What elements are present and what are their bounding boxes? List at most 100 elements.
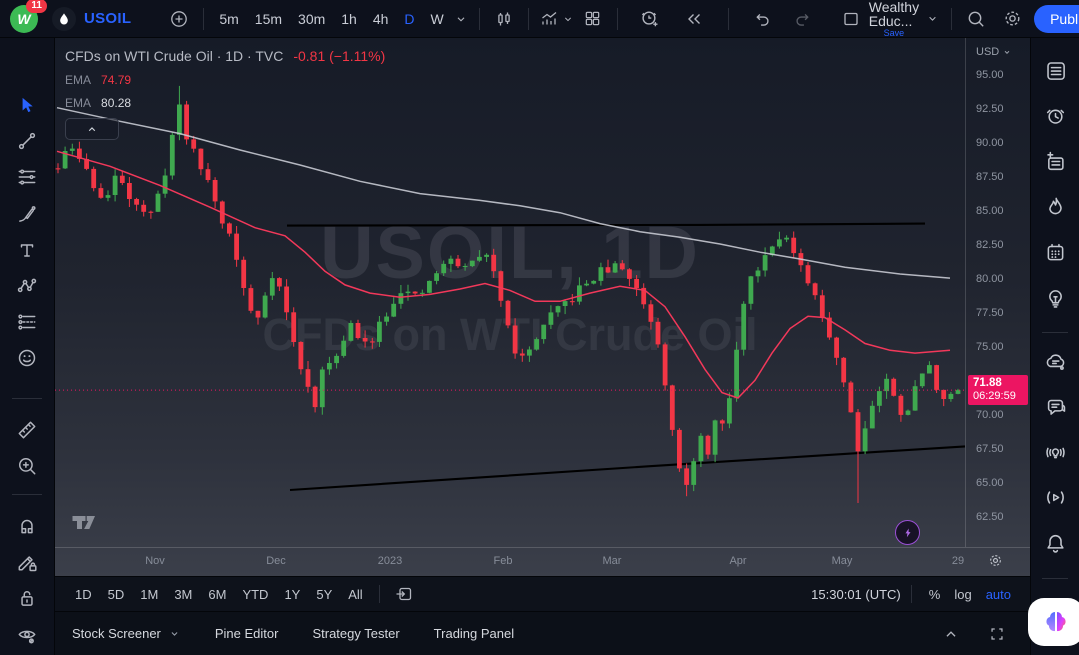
interval-chevron-icon[interactable] <box>451 4 471 34</box>
time-tick: Feb <box>494 555 513 567</box>
chat-icon[interactable] <box>1038 391 1072 423</box>
edit-lock-tool[interactable] <box>10 546 44 578</box>
live-icon[interactable] <box>1038 482 1072 514</box>
magnet-tool[interactable] <box>10 510 44 542</box>
range-6m[interactable]: 6M <box>200 583 234 606</box>
lock-tool[interactable] <box>10 582 44 614</box>
tab-strategy-tester[interactable]: Strategy Tester <box>312 626 399 641</box>
interval-1h[interactable]: 1h <box>334 7 364 31</box>
interval-30m[interactable]: 30m <box>291 7 332 31</box>
range-5y[interactable]: 5Y <box>308 583 340 606</box>
calendar-icon[interactable] <box>1038 236 1072 268</box>
axis-settings-gear-icon[interactable] <box>987 552 1004 569</box>
save-label[interactable]: Save <box>884 28 905 38</box>
brush-tool[interactable] <box>10 198 44 230</box>
notifications-icon[interactable] <box>1038 527 1072 559</box>
pattern-tool[interactable] <box>10 270 44 302</box>
clock-utc[interactable]: 15:30:01 (UTC) <box>811 587 901 602</box>
ideas-icon[interactable] <box>1038 282 1072 314</box>
user-avatar[interactable]: W 11 <box>10 5 38 33</box>
ruler-tool[interactable] <box>10 414 44 446</box>
boost-lightning-button[interactable] <box>895 520 920 545</box>
minds-icon[interactable] <box>1038 345 1072 377</box>
auto-scale-button[interactable]: auto <box>979 583 1018 606</box>
range-ytd[interactable]: YTD <box>234 583 276 606</box>
settings-gear-icon[interactable] <box>996 4 1028 34</box>
fullscreen-icon[interactable] <box>981 619 1013 649</box>
tab-trading-panel[interactable]: Trading Panel <box>434 626 514 641</box>
log-scale-button[interactable]: log <box>947 583 978 606</box>
interval-4h[interactable]: 4h <box>366 7 396 31</box>
tab-label: Pine Editor <box>215 626 279 641</box>
notification-badge: 11 <box>26 0 47 13</box>
panel-collapse-chevron-icon[interactable] <box>935 619 967 649</box>
layout-name: Wealthy Educ... <box>869 0 919 28</box>
time-axis[interactable]: NovDec2023FebMarAprMay29 <box>55 547 1030 576</box>
interval-w[interactable]: W <box>424 7 451 31</box>
journal-plus-icon[interactable] <box>1038 145 1072 177</box>
chart-pane[interactable]: USOIL, 1D CFDs on WTI Crude Oil CFDs on … <box>55 38 965 547</box>
layout-chevron-icon[interactable] <box>921 4 943 34</box>
layout-grid-button[interactable] <box>577 4 609 34</box>
price-tick: 75.00 <box>976 341 1004 353</box>
legend-collapse-button[interactable] <box>65 118 119 140</box>
last-price-value: 71.88 <box>973 377 1002 389</box>
layout-select-icon[interactable] <box>835 4 867 34</box>
tradingview-logo[interactable] <box>69 512 99 532</box>
cursor-tool[interactable] <box>10 89 44 121</box>
interval-5m[interactable]: 5m <box>212 7 245 31</box>
bar-replay-button[interactable] <box>678 4 710 34</box>
watchlist-icon[interactable] <box>1038 54 1072 86</box>
oil-drop-icon <box>52 7 76 31</box>
interval-d[interactable]: D <box>397 7 421 31</box>
hotlist-icon[interactable] <box>1038 191 1072 223</box>
publish-button[interactable]: Publish <box>1034 5 1079 33</box>
alerts-icon[interactable] <box>1038 100 1072 132</box>
tab-stock-screener[interactable]: Stock Screener <box>72 626 181 641</box>
trend-line-tool[interactable] <box>10 125 44 157</box>
ai-assistant-pill[interactable] <box>1028 598 1079 646</box>
text-tool[interactable] <box>10 234 44 266</box>
forecast-tool[interactable] <box>10 306 44 338</box>
bottom-toolbar: 1D5D1M3M6MYTD1Y5YAll 15:30:01 (UTC) % lo… <box>55 576 1030 611</box>
ema-slow-legend[interactable]: EMA 80.28 <box>65 96 385 110</box>
indicators-button[interactable] <box>537 4 577 34</box>
ema-fast-line[interactable] <box>57 151 950 398</box>
trend-line-support[interactable] <box>290 446 965 490</box>
interval-15m[interactable]: 15m <box>248 7 289 31</box>
ema-fast-legend[interactable]: EMA 74.79 <box>65 73 385 87</box>
goto-date-button[interactable] <box>388 579 420 609</box>
tab-label: Stock Screener <box>72 626 161 641</box>
percent-scale-button[interactable]: % <box>922 583 948 606</box>
alert-plus-button[interactable] <box>634 4 666 34</box>
chart-type-candles-button[interactable] <box>488 4 520 34</box>
layout-name-button[interactable]: Wealthy Educ... Save <box>869 0 919 38</box>
range-5d[interactable]: 5D <box>100 583 133 606</box>
undo-button[interactable] <box>747 4 779 34</box>
price-tick: 87.50 <box>976 171 1004 183</box>
range-buttons: 1D5D1M3M6MYTD1Y5YAll <box>67 583 371 606</box>
interval-buttons: 5m15m30m1h4hDW <box>212 7 450 31</box>
symbol-title[interactable]: CFDs on WTI Crude Oil · 1D · TVC <box>65 48 283 64</box>
range-1m[interactable]: 1M <box>132 583 166 606</box>
zoom-in-tool[interactable] <box>10 450 44 482</box>
tab-pine-editor[interactable]: Pine Editor <box>215 626 279 641</box>
streams-icon[interactable] <box>1038 436 1072 468</box>
range-1y[interactable]: 1Y <box>276 583 308 606</box>
currency-selector[interactable]: USD <box>976 46 1012 58</box>
chart-container: USOIL, 1D CFDs on WTI Crude Oil CFDs on … <box>55 38 1030 576</box>
eye-hide-tool[interactable] <box>10 619 44 651</box>
price-axis[interactable]: USD 71.88 06:29:59 95.0092.5090.0087.508… <box>965 38 1030 547</box>
symbol-compare-button[interactable] <box>163 4 195 34</box>
tradingview-app: W 11 USOIL 5m15m30m1h4hDW <box>0 0 1079 655</box>
separator <box>379 585 380 603</box>
redo-button[interactable] <box>787 4 819 34</box>
range-3m[interactable]: 3M <box>166 583 200 606</box>
gann-fib-tool[interactable] <box>10 161 44 193</box>
bar-countdown: 06:29:59 <box>973 390 1016 402</box>
symbol-button[interactable]: USOIL <box>84 10 131 27</box>
search-icon[interactable] <box>960 4 992 34</box>
range-all[interactable]: All <box>340 583 370 606</box>
range-1d[interactable]: 1D <box>67 583 100 606</box>
emoji-tool[interactable] <box>10 342 44 374</box>
